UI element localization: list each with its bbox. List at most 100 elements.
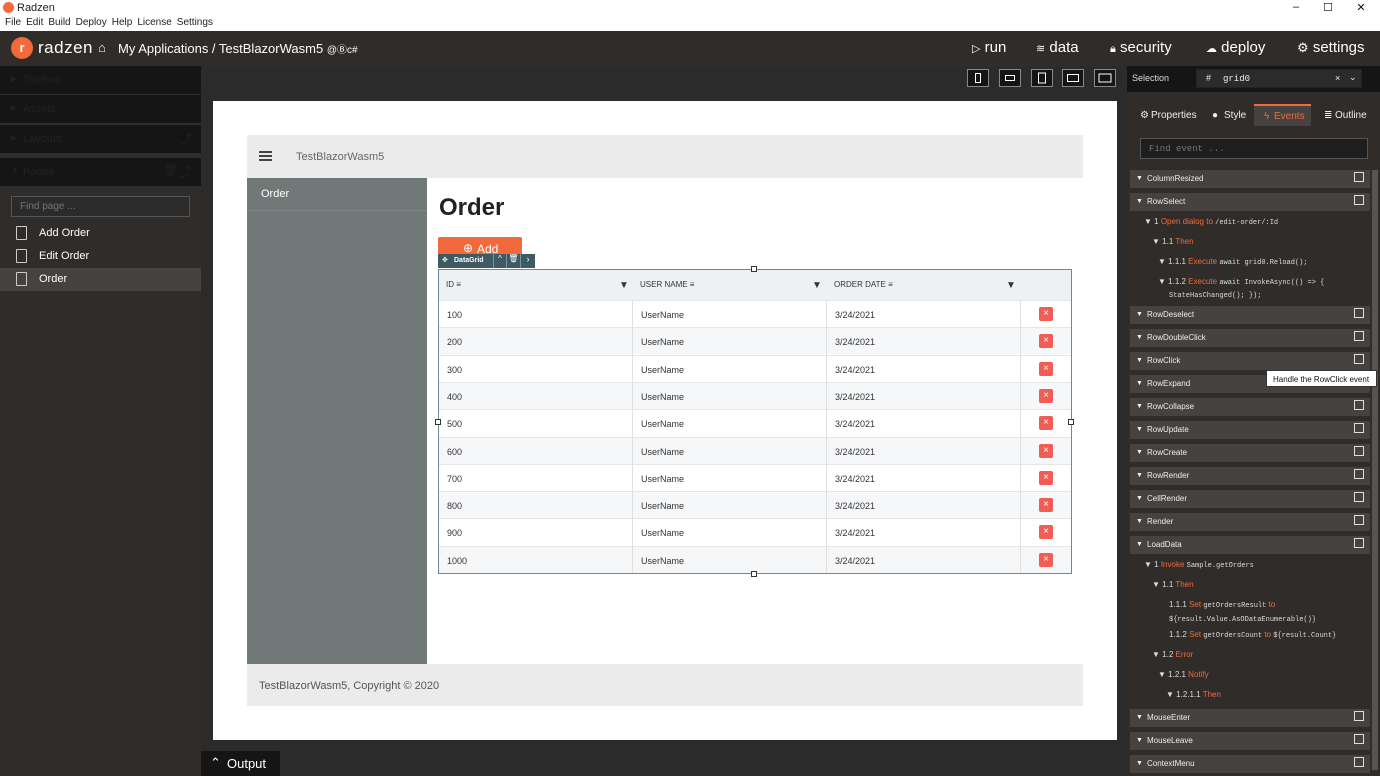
action-set[interactable]: 1.1.2 Set getOrdersCount to ${result.Cou… (1169, 630, 1336, 640)
event-columnresized[interactable]: ▼ ColumnResized (1130, 170, 1370, 188)
table-row[interactable]: 100 UserName 3/24/2021 × (439, 300, 1071, 327)
table-row[interactable]: 300 UserName 3/24/2021 × (439, 354, 1071, 382)
resize-handle[interactable] (751, 571, 757, 577)
delete-row-button[interactable]: × (1039, 552, 1053, 567)
chevron-up-icon[interactable]: ^ (493, 254, 506, 268)
event-render[interactable]: ▼ Render (1130, 513, 1370, 531)
sort-icon[interactable]: ≡ (888, 280, 893, 289)
minimize-button[interactable]: – (1286, 1, 1306, 13)
hamburger-icon[interactable] (259, 151, 272, 161)
edit-icon[interactable] (1354, 195, 1364, 205)
phone-portrait-button[interactable] (967, 69, 989, 87)
desktop-button[interactable] (1094, 69, 1116, 87)
menu-deploy[interactable]: Deploy (76, 17, 107, 28)
filter-icon[interactable]: ▼ (619, 280, 629, 291)
menu-file[interactable]: File (5, 17, 21, 28)
phone-landscape-button[interactable] (999, 69, 1021, 87)
resize-handle[interactable] (435, 419, 441, 425)
event-mouseleave[interactable]: ▼ MouseLeave (1130, 732, 1370, 750)
edit-icon[interactable] (1354, 757, 1364, 767)
output-tab[interactable]: ⌃ Output (201, 751, 280, 776)
event-rowcollapse[interactable]: ▼ RowCollapse (1130, 398, 1370, 416)
edit-icon[interactable] (1354, 734, 1364, 744)
move-icon[interactable]: ✥ (442, 256, 448, 264)
trash-icon[interactable]: 🗑︎ (163, 163, 178, 177)
column-header-order-date[interactable]: ORDER DATE ≡ (834, 280, 893, 289)
menu-build[interactable]: Build (48, 17, 70, 28)
tablet-landscape-button[interactable] (1062, 69, 1084, 87)
scrollbar[interactable] (1372, 170, 1378, 770)
edit-icon[interactable] (1354, 400, 1364, 410)
home-icon[interactable]: ⌂ (98, 40, 106, 55)
new-layout-icon[interactable]: ⤴ (180, 130, 192, 147)
table-row[interactable]: 500 UserName 3/24/2021 × (439, 409, 1071, 436)
edit-icon[interactable] (1354, 308, 1364, 318)
page-item-order[interactable]: Order (0, 268, 201, 291)
menu-license[interactable]: License (137, 17, 171, 28)
event-cellrender[interactable]: ▼ CellRender (1130, 490, 1370, 508)
edit-icon[interactable] (1354, 354, 1364, 364)
column-header-id[interactable]: ID ≡ (446, 280, 461, 289)
tablet-portrait-button[interactable] (1031, 69, 1053, 87)
preview-menu-item-order[interactable]: Order (261, 188, 289, 200)
event-rowselect[interactable]: ▼ RowSelect (1130, 193, 1370, 211)
breadcrumb[interactable]: My Applications / TestBlazorWasm5 @Ⓑc# (118, 41, 358, 56)
action-then[interactable]: ▼ 1.2.1.1 Then (1166, 690, 1221, 699)
data-button[interactable]: ≋ data (1036, 39, 1079, 56)
trash-icon[interactable]: 🗑︎ (506, 254, 520, 268)
datagrid-selection-tag[interactable]: ✥ DataGrid ^ 🗑︎ › (438, 254, 535, 268)
table-row[interactable]: 800 UserName 3/24/2021 × (439, 491, 1071, 519)
event-rowcreate[interactable]: ▼ RowCreate (1130, 444, 1370, 462)
event-rowdoubleclick[interactable]: ▼ RowDoubleClick (1130, 329, 1370, 347)
clear-icon[interactable]: × (1335, 73, 1340, 83)
filter-icon[interactable]: ▼ (812, 280, 822, 291)
event-rowrender[interactable]: ▼ RowRender (1130, 467, 1370, 485)
chevron-right-icon[interactable]: › (520, 254, 535, 268)
table-row[interactable]: 1000 UserName 3/24/2021 × (439, 545, 1071, 573)
pages-section[interactable]: ▼ Pages 🗑︎ ⤴ (0, 158, 201, 186)
filter-icon[interactable]: ▼ (1006, 280, 1016, 291)
event-loaddata[interactable]: ▼ LoadData (1130, 536, 1370, 554)
delete-row-button[interactable]: × (1039, 525, 1053, 540)
table-row[interactable]: 600 UserName 3/24/2021 × (439, 436, 1071, 464)
tab-style[interactable]: ● Style (1204, 104, 1250, 126)
event-rowupdate[interactable]: ▼ RowUpdate (1130, 421, 1370, 439)
table-row[interactable]: 900 UserName 3/24/2021 × (439, 518, 1071, 545)
maximize-button[interactable]: ☐ (1318, 1, 1338, 14)
edit-icon[interactable] (1354, 492, 1364, 502)
tab-properties[interactable]: ⚙ Properties (1130, 104, 1200, 126)
event-rowclick[interactable]: ▼ RowClick (1130, 352, 1370, 370)
event-mouseenter[interactable]: ▼ MouseEnter (1130, 709, 1370, 727)
delete-row-button[interactable]: × (1039, 470, 1053, 485)
run-button[interactable]: ▷ run (972, 39, 1006, 56)
table-row[interactable]: 400 UserName 3/24/2021 × (439, 381, 1071, 409)
selection-dropdown[interactable]: # grid0 × ⌄ (1196, 69, 1362, 88)
delete-row-button[interactable]: × (1039, 361, 1053, 376)
table-row[interactable]: 700 UserName 3/24/2021 × (439, 463, 1071, 491)
delete-row-button[interactable]: × (1039, 416, 1053, 431)
delete-row-button[interactable]: × (1039, 443, 1053, 458)
assets-section[interactable]: ▶ Assets (0, 95, 201, 123)
action-notify[interactable]: ▼ 1.2.1 Notify (1158, 670, 1209, 679)
resize-handle[interactable] (1068, 419, 1074, 425)
event-rowdeselect[interactable]: ▼ RowDeselect (1130, 306, 1370, 324)
menu-help[interactable]: Help (112, 17, 133, 28)
action-set[interactable]: 1.1.1 Set getOrdersResult to (1169, 600, 1275, 610)
edit-icon[interactable] (1354, 515, 1364, 525)
find-page-input[interactable] (11, 196, 190, 217)
page-item-edit-order[interactable]: Edit Order (0, 245, 201, 268)
chevron-down-icon[interactable]: ⌄ (1349, 72, 1357, 83)
edit-icon[interactable] (1354, 711, 1364, 721)
edit-icon[interactable] (1354, 538, 1364, 548)
resize-handle[interactable] (751, 266, 757, 272)
tab-outline[interactable]: ≣ Outline (1315, 104, 1372, 126)
edit-icon[interactable] (1354, 331, 1364, 341)
table-row[interactable]: 200 UserName 3/24/2021 × (439, 327, 1071, 355)
edit-icon[interactable] (1354, 446, 1364, 456)
action-then[interactable]: ▼ 1.1 Then (1152, 580, 1194, 589)
event-contextmenu[interactable]: ▼ ContextMenu (1130, 755, 1370, 773)
find-event-input[interactable] (1140, 138, 1368, 159)
action-then[interactable]: ▼ 1.1 Then (1152, 237, 1194, 246)
toolbox-section[interactable]: ▶ Toolbox (0, 66, 201, 94)
menu-edit[interactable]: Edit (26, 17, 43, 28)
